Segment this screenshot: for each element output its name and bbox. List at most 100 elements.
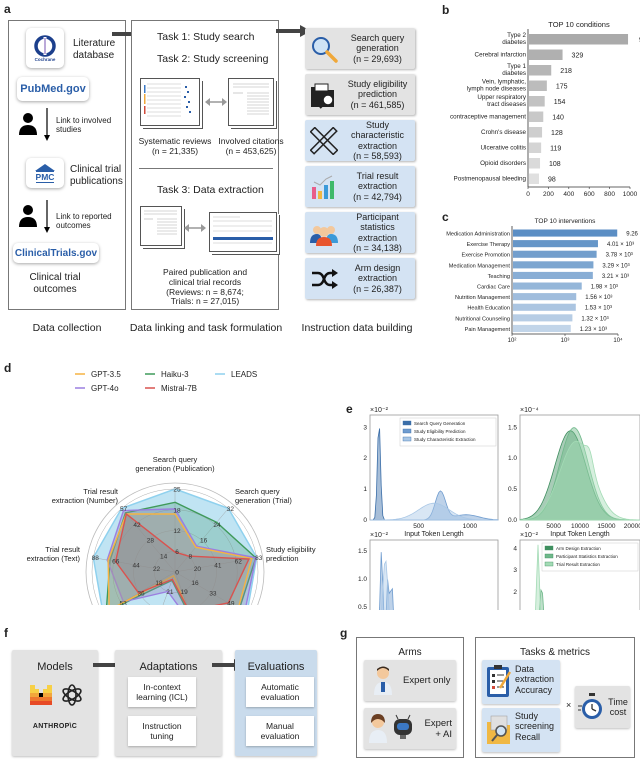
- legend-label: LEADS: [231, 370, 257, 379]
- chart-title: TOP 10 interventions: [535, 218, 597, 225]
- data-collection-title: Data collection: [32, 322, 102, 334]
- legend-swatch: [402, 436, 412, 442]
- arms-title: Arms: [398, 647, 422, 658]
- link-involved-label: Link to involved studies: [56, 116, 112, 135]
- axis-label: Trial result: [83, 487, 119, 496]
- data-label: 140: [552, 115, 564, 122]
- axis-tick-label: 36: [137, 590, 145, 597]
- involved-citation-doc: [228, 78, 274, 126]
- category-label: Type 1: [507, 63, 526, 70]
- arrow-down-icon: [44, 108, 50, 141]
- axis-tick-label: 88: [92, 555, 100, 562]
- axis-tick-label: 33: [209, 590, 217, 597]
- bar: [529, 127, 543, 138]
- axis-tick-label: 66: [112, 559, 120, 566]
- task3-label: Task 3: Data extraction: [157, 184, 264, 196]
- category-label: Type 2: [507, 32, 526, 39]
- data-label: 1.98 × 10³: [591, 285, 618, 291]
- category-label: Exercise Therapy: [467, 242, 511, 248]
- axis-tick-label: 41: [214, 562, 222, 569]
- axis-label: generation (Trial): [235, 496, 292, 505]
- instruction-tuning-box: Instruction tuning: [128, 716, 196, 746]
- time-cost-label: Time cost: [608, 697, 628, 718]
- axis-tick-label: 42: [133, 522, 141, 529]
- axis-tick-label: 8: [189, 554, 193, 561]
- axis-tick-label: 44: [133, 562, 141, 569]
- axis-tick-label: 18: [155, 580, 163, 587]
- data-label: 175: [556, 84, 568, 91]
- pubmed-logo: PubMed.gov: [17, 77, 89, 101]
- task-card-search-query: Search query generation (n = 29,693): [305, 28, 415, 69]
- conditions-bar-chart: TOP 10 conditions971Type 2diabetes329Cer…: [450, 20, 640, 198]
- axis-tick-label: 25: [173, 487, 181, 494]
- x-tick-label: 0: [526, 191, 530, 198]
- category-label: Nutritional Counseling: [455, 316, 510, 322]
- data-label: 119: [550, 146, 561, 153]
- axis-label: prediction: [266, 554, 299, 563]
- person-icon: [19, 113, 37, 135]
- category-label: Teaching: [488, 274, 510, 280]
- chart-title: TOP 10 conditions: [548, 20, 610, 29]
- bar: [529, 65, 552, 76]
- panel-label-a: a: [4, 2, 11, 16]
- axis-tick-label: 20: [194, 566, 202, 573]
- category-label: Cardiac Care: [477, 285, 510, 291]
- y-tick-label: 1.0: [508, 455, 517, 462]
- bar: [513, 250, 597, 258]
- bar: [529, 158, 541, 169]
- models-title: Models: [37, 661, 73, 673]
- legend-swatch: [402, 420, 412, 426]
- task1-label: Task 1: Study search: [157, 31, 255, 43]
- y-tick-label: 0: [363, 517, 367, 524]
- anthropic-logo: ANTHROP\C: [32, 723, 78, 730]
- clinicaltrials-logo: ClinicalTrials.gov: [13, 243, 99, 263]
- bar: [513, 303, 576, 311]
- task-card-study-characteristic: Study characteristic extraction (n = 58,59…: [305, 120, 415, 161]
- panel-label-f: f: [4, 626, 8, 640]
- y-tick-label: 1.5: [508, 424, 517, 431]
- publications-label: Clinical trial publications: [70, 164, 123, 187]
- category-label: tract diseases: [487, 101, 526, 108]
- token-length-density-charts: ×10⁻²0123500 1000Input Token LengthSearch…: [358, 407, 640, 610]
- bar: [529, 142, 542, 153]
- bar-chart-icon: [308, 171, 340, 203]
- openai-logo-icon: [62, 684, 82, 706]
- task-card-arm-design: Arm design extraction (n = 26,387): [305, 258, 415, 299]
- y-tick-label: 1: [363, 486, 367, 493]
- interventions-bar-chart: TOP 10 interventions 9.26 × 10³ Medication…: [446, 218, 640, 342]
- y-tick-label: 2: [513, 589, 517, 596]
- bar: [529, 173, 539, 184]
- category-label: diabetes: [502, 39, 526, 46]
- task2-label: Task 2: Study screening: [157, 53, 269, 65]
- paired-records-label: Paired publication and clinical trial rec…: [162, 267, 248, 307]
- person-icon: [19, 205, 37, 227]
- category-label: Cerebral infarction: [475, 52, 527, 59]
- data-label: 9.26 × 10³: [626, 232, 640, 238]
- category-label: Crohn's disease: [481, 129, 526, 136]
- double-arrow-icon: [205, 98, 227, 106]
- cochrane-logo: Cochrane: [26, 28, 64, 68]
- y-tick-label: 0.5: [358, 604, 367, 610]
- axis-tick-label: 16: [200, 538, 208, 545]
- category-label: Medication Administration: [446, 232, 510, 238]
- axis-tick-label: 57: [120, 506, 128, 513]
- axis-label: Search query: [235, 487, 280, 496]
- axis-label: generation (Publication): [135, 464, 215, 473]
- axis-tick-label: 22: [153, 566, 161, 573]
- legend-swatch: [402, 428, 412, 434]
- x-tick-label: 5000: [546, 523, 561, 530]
- axis-tick-label: 18: [173, 507, 181, 514]
- legend-label: Search Query Generation: [414, 421, 466, 426]
- axis-label: Trial result: [45, 545, 81, 554]
- involved-citations-label: Involved citations (n = 453,625): [218, 136, 284, 156]
- axis-tick-label: 0: [175, 570, 179, 577]
- mistral-logo-icon: [30, 685, 52, 705]
- legend-swatch: [544, 561, 554, 567]
- icl-box: In-context learning (ICL): [128, 677, 196, 707]
- multiply-sign: ×: [566, 700, 572, 710]
- data-extraction-label: Data extraction Accuracy: [515, 664, 555, 695]
- checklist-icon: [487, 665, 512, 697]
- bar: [513, 240, 598, 248]
- radar-chart: GPT-3.5 GPT-4o Haiku-3 Mistral-7B LEADS 0 6 12 1…: [27, 370, 316, 605]
- bar: [513, 282, 582, 290]
